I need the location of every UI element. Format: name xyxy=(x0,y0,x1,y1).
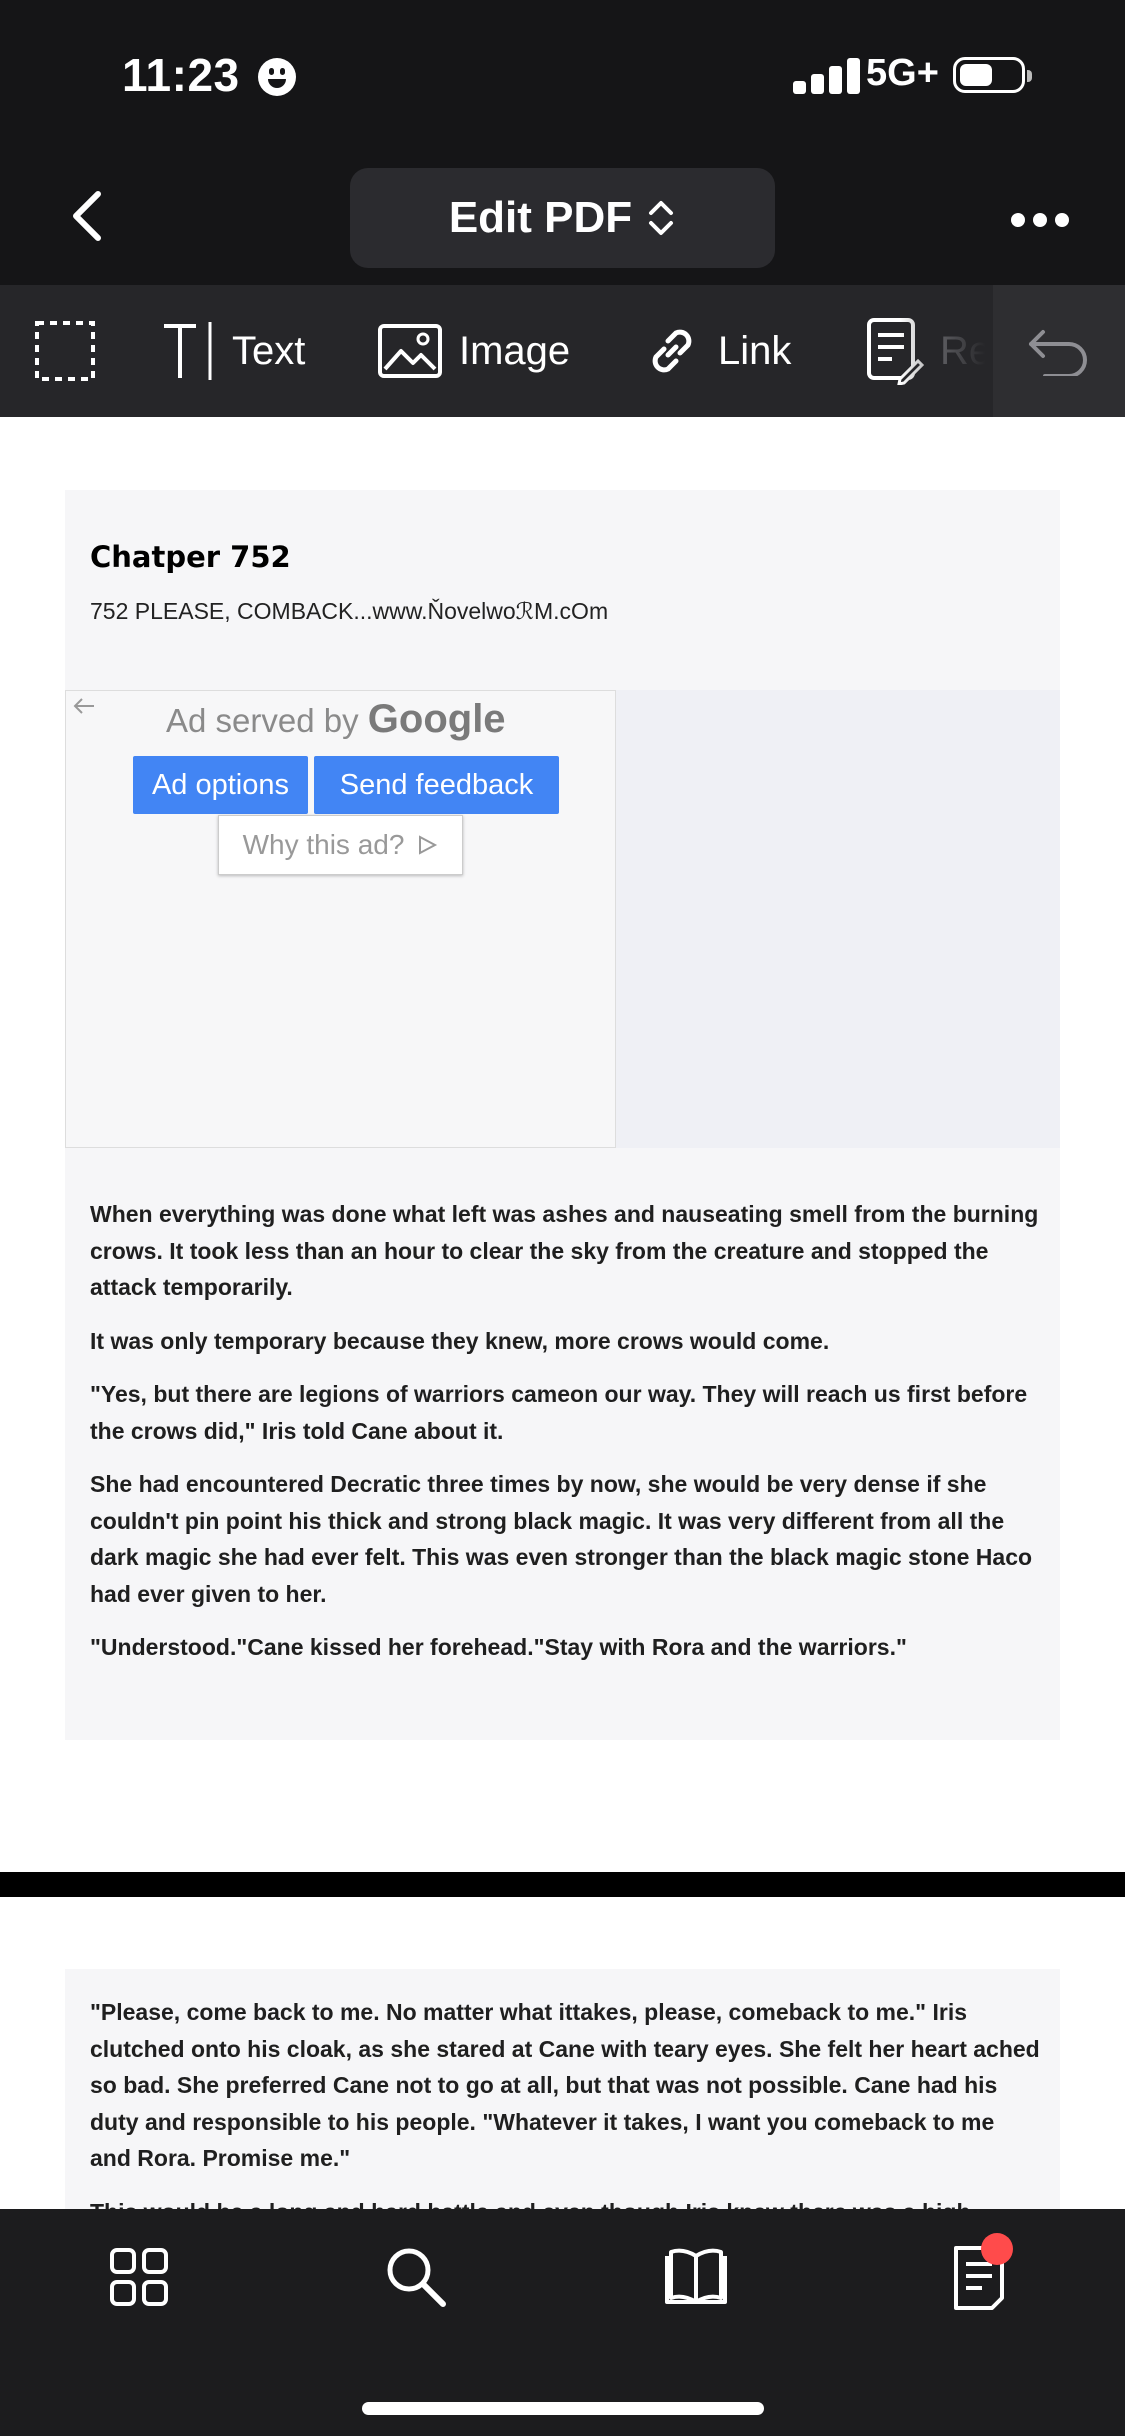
undo-icon xyxy=(1029,330,1087,376)
paragraph[interactable]: "Please, come back to me. No matter what… xyxy=(90,1994,1040,2177)
text-tool-label: Text xyxy=(232,328,306,373)
paragraph[interactable]: She had encountered Decratic three times… xyxy=(90,1466,1040,1612)
text-cursor-icon xyxy=(164,322,212,380)
pdf-document-view[interactable]: Chatper 752 752 PLEASE, COMBACK...www.Ňo… xyxy=(0,417,1125,2209)
search-icon[interactable] xyxy=(381,2242,451,2312)
ellipsis-icon[interactable] xyxy=(1010,212,1070,228)
toolbar-fade xyxy=(900,285,995,417)
text-tool[interactable]: Text xyxy=(160,285,305,417)
select-tool[interactable] xyxy=(34,285,96,417)
network-type: 5G+ xyxy=(866,52,939,94)
dashed-selection-icon xyxy=(35,321,95,381)
why-this-ad-label: Why this ad? xyxy=(242,829,405,860)
page-title: Edit PDF xyxy=(448,193,633,242)
paragraph-list: "Please, come back to me. No matter what… xyxy=(90,1994,1040,2209)
notification-badge xyxy=(981,2233,1013,2265)
article-block: "Please, come back to me. No matter what… xyxy=(65,1969,1060,2209)
undo-button[interactable] xyxy=(993,285,1125,417)
pdf-page-2[interactable]: "Please, come back to me. No matter what… xyxy=(0,1897,1125,2209)
edit-toolbar: Text Image Link Re xyxy=(0,285,1125,417)
bottom-tab-bar xyxy=(0,2209,1125,2436)
chevron-left-icon[interactable] xyxy=(66,190,110,242)
chapter-title[interactable]: Chatper 752 xyxy=(90,540,291,574)
paragraph-list: When everything was done what left was a… xyxy=(90,1196,1040,1683)
play-triangle-icon xyxy=(419,835,438,855)
grid-icon[interactable] xyxy=(104,2242,174,2312)
paragraph[interactable]: When everything was done what left was a… xyxy=(90,1196,1040,1306)
book-icon[interactable] xyxy=(661,2242,731,2312)
ad-options-button[interactable]: Ad options xyxy=(133,756,308,814)
image-icon xyxy=(378,324,442,378)
pdf-page-1[interactable]: Chatper 752 752 PLEASE, COMBACK...www.Ňo… xyxy=(0,417,1125,1872)
ad-served-by-text: Ad served by xyxy=(166,702,368,739)
status-time: 11:23 xyxy=(122,49,240,101)
signal-strength-icon xyxy=(793,56,861,94)
link-tool-label: Link xyxy=(718,328,792,373)
image-tool-label: Image xyxy=(459,328,571,373)
ad-frame: Ad served by Google Ad options Send feed… xyxy=(65,690,616,1148)
link-icon xyxy=(652,329,692,373)
battery-icon xyxy=(953,57,1032,93)
nav-bar: Edit PDF xyxy=(0,150,1125,285)
image-tool[interactable]: Image xyxy=(377,285,570,417)
chapter-subtitle[interactable]: 752 PLEASE, COMBACK...www.ŇovelwoℛM.cOm xyxy=(90,598,608,625)
ad-served-by: Ad served by Google xyxy=(166,697,506,742)
paragraph[interactable]: This would be a long and hard battle and… xyxy=(90,2194,1040,2210)
home-indicator[interactable] xyxy=(362,2402,764,2415)
google-logo-text: Google xyxy=(367,697,506,741)
why-this-ad-button[interactable]: Why this ad? xyxy=(218,815,463,875)
smiley-face-icon xyxy=(258,58,296,96)
link-tool[interactable]: Link xyxy=(642,285,791,417)
ad-filler xyxy=(616,690,1060,1148)
arrow-left-icon[interactable] xyxy=(72,697,96,715)
paragraph[interactable]: "Yes, but there are legions of warriors … xyxy=(90,1376,1040,1449)
paragraph[interactable]: It was only temporary because they knew,… xyxy=(90,1323,1040,1360)
paragraph[interactable]: "Understood."Cane kissed her forehead."S… xyxy=(90,1629,1040,1666)
chevron-up-down-icon xyxy=(649,201,674,235)
send-feedback-button[interactable]: Send feedback xyxy=(314,756,559,814)
article-block: Chatper 752 752 PLEASE, COMBACK...www.Ňo… xyxy=(65,490,1060,1740)
title-menu-button[interactable]: Edit PDF xyxy=(350,168,775,268)
status-bar: 11:23 5G+ xyxy=(0,0,1125,150)
